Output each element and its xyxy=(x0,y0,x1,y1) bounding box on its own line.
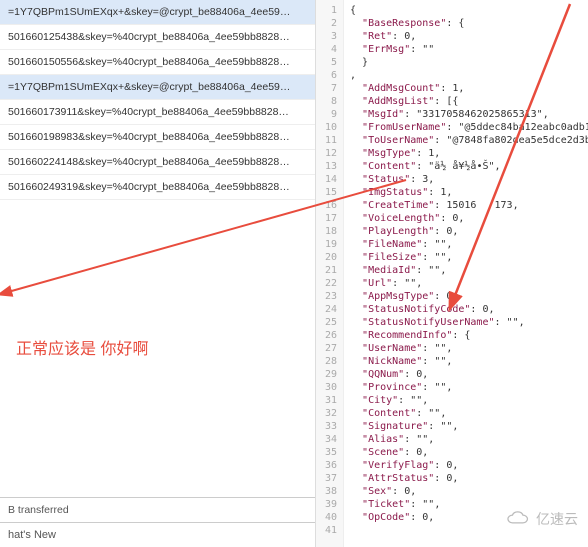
code-line: "Alias": "", xyxy=(350,433,582,446)
line-number: 36 xyxy=(316,459,337,472)
line-number: 13 xyxy=(316,160,337,173)
response-viewer: 1234567891011121314151617181920212223242… xyxy=(316,0,588,547)
code-line: "Url": "", xyxy=(350,277,582,290)
code-line: "VerifyFlag": 0, xyxy=(350,459,582,472)
code-line: "FileName": "", xyxy=(350,238,582,251)
code-line: { xyxy=(350,4,582,17)
code-line: "StatusNotifyUserName": "", xyxy=(350,316,582,329)
line-number: 24 xyxy=(316,303,337,316)
code-line: "ErrMsg": "" xyxy=(350,43,582,56)
line-number: 39 xyxy=(316,498,337,511)
code-line: "FromUserName": "@5ddec84ba12eabc0adb1… xyxy=(350,121,582,134)
line-number: 32 xyxy=(316,407,337,420)
request-row[interactable]: 501660224148&skey=%40crypt_be88406a_4ee5… xyxy=(0,150,315,175)
code-line: "BaseResponse": { xyxy=(350,17,582,30)
code-line: "Sex": 0, xyxy=(350,485,582,498)
request-row[interactable]: 501660173911&skey=%40crypt_be88406a_4ee5… xyxy=(0,100,315,125)
line-number: 28 xyxy=(316,355,337,368)
code-line: "Content": "", xyxy=(350,407,582,420)
code-line: "QQNum": 0, xyxy=(350,368,582,381)
line-number: 21 xyxy=(316,264,337,277)
code-line: "Province": "", xyxy=(350,381,582,394)
request-list[interactable]: =1Y7QBPm1SUmEXqx+&skey=@crypt_be88406a_4… xyxy=(0,0,315,249)
code-line: "AddMsgCount": 1, xyxy=(350,82,582,95)
code-line: "City": "", xyxy=(350,394,582,407)
line-number: 4 xyxy=(316,43,337,56)
request-row[interactable]: 501660125438&skey=%40crypt_be88406a_4ee5… xyxy=(0,25,315,50)
line-number: 19 xyxy=(316,238,337,251)
line-number: 3 xyxy=(316,30,337,43)
line-number: 22 xyxy=(316,277,337,290)
line-number: 37 xyxy=(316,472,337,485)
line-number: 7 xyxy=(316,82,337,95)
line-number: 29 xyxy=(316,368,337,381)
cloud-icon xyxy=(506,511,532,527)
line-number: 20 xyxy=(316,251,337,264)
line-gutter: 1234567891011121314151617181920212223242… xyxy=(316,0,344,547)
line-number: 2 xyxy=(316,17,337,30)
line-number: 1 xyxy=(316,4,337,17)
code-line: "Ret": 0, xyxy=(350,30,582,43)
request-row[interactable]: =1Y7QBPm1SUmEXqx+&skey=@crypt_be88406a_4… xyxy=(0,0,315,25)
line-number: 8 xyxy=(316,95,337,108)
code-line: "PlayLength": 0, xyxy=(350,225,582,238)
code-line: "ToUserName": "@7848fa802dea5e5dce2d3b… xyxy=(350,134,582,147)
request-row[interactable]: 501660198983&skey=%40crypt_be88406a_4ee5… xyxy=(0,125,315,150)
line-number: 5 xyxy=(316,56,337,69)
line-number: 17 xyxy=(316,212,337,225)
code-line: "RecommendInfo": { xyxy=(350,329,582,342)
code-line: "CreateTime": 15016 173, xyxy=(350,199,582,212)
line-number: 6 xyxy=(316,69,337,82)
line-number: 33 xyxy=(316,420,337,433)
line-number: 26 xyxy=(316,329,337,342)
line-number: 12 xyxy=(316,147,337,160)
code-line: "StatusNotifyCode": 0, xyxy=(350,303,582,316)
watermark: 亿速云 xyxy=(506,509,578,529)
code-line: "VoiceLength": 0, xyxy=(350,212,582,225)
line-number: 9 xyxy=(316,108,337,121)
line-number: 27 xyxy=(316,342,337,355)
line-number: 34 xyxy=(316,433,337,446)
code-line: "Content": "ä½ å¥½å•Š", xyxy=(350,160,582,173)
code-line: } xyxy=(350,56,582,69)
code-line: "UserName": "", xyxy=(350,342,582,355)
annotation-text: 正常应该是 你好啊 xyxy=(16,335,148,359)
code-line: "MsgType": 1, xyxy=(350,147,582,160)
line-number: 40 xyxy=(316,511,337,524)
code-line: "ImgStatus": 1, xyxy=(350,186,582,199)
code-line: "AttrStatus": 0, xyxy=(350,472,582,485)
request-row[interactable]: 501660249319&skey=%40crypt_be88406a_4ee5… xyxy=(0,175,315,200)
status-bar: B transferred xyxy=(0,497,315,522)
watermark-text: 亿速云 xyxy=(536,509,578,529)
line-number: 18 xyxy=(316,225,337,238)
code-line: "Status": 3, xyxy=(350,173,582,186)
line-number: 31 xyxy=(316,394,337,407)
line-number: 23 xyxy=(316,290,337,303)
json-code[interactable]: { "BaseResponse": { "Ret": 0, "ErrMsg": … xyxy=(344,0,588,547)
line-number: 30 xyxy=(316,381,337,394)
code-line: "NickName": "", xyxy=(350,355,582,368)
line-number: 41 xyxy=(316,524,337,537)
request-row[interactable]: 501660150556&skey=%40crypt_be88406a_4ee5… xyxy=(0,50,315,75)
code-line: "FileSize": "", xyxy=(350,251,582,264)
code-line: "MsgId": "3317058462025865313", xyxy=(350,108,582,121)
line-number: 38 xyxy=(316,485,337,498)
app-root: =1Y7QBPm1SUmEXqx+&skey=@crypt_be88406a_4… xyxy=(0,0,588,547)
line-number: 25 xyxy=(316,316,337,329)
code-line: "Scene": 0, xyxy=(350,446,582,459)
line-number: 11 xyxy=(316,134,337,147)
whats-new-bar[interactable]: hat's New xyxy=(0,522,315,547)
line-number: 10 xyxy=(316,121,337,134)
request-list-panel: =1Y7QBPm1SUmEXqx+&skey=@crypt_be88406a_4… xyxy=(0,0,316,547)
code-line: "AddMsgList": [{ xyxy=(350,95,582,108)
line-number: 14 xyxy=(316,173,337,186)
code-line: "MediaId": "", xyxy=(350,264,582,277)
line-number: 16 xyxy=(316,199,337,212)
line-number: 35 xyxy=(316,446,337,459)
code-line: "Signature": "", xyxy=(350,420,582,433)
line-number: 15 xyxy=(316,186,337,199)
code-line: , xyxy=(350,69,582,82)
code-line: "AppMsgType": 0, xyxy=(350,290,582,303)
request-row[interactable]: =1Y7QBPm1SUmEXqx+&skey=@crypt_be88406a_4… xyxy=(0,75,315,100)
